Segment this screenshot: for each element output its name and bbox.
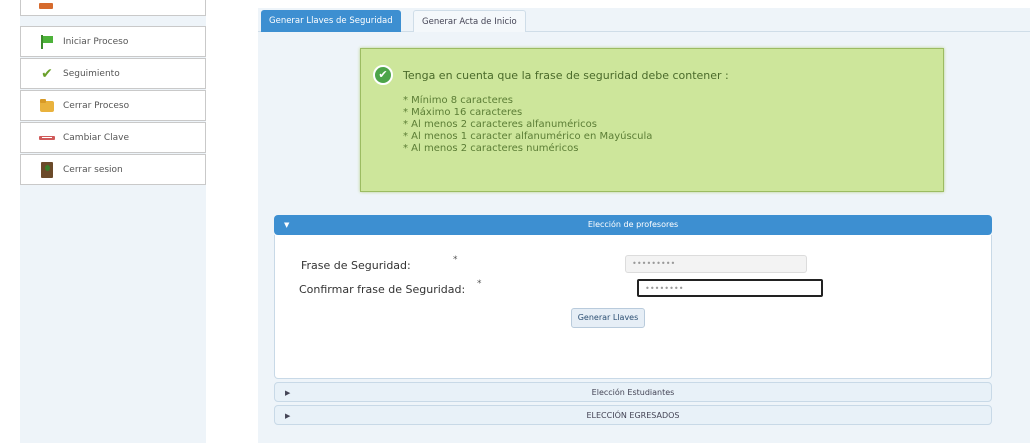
tab-generar-acta[interactable]: Generar Acta de Inicio [413,10,526,32]
sidebar: Iniciar Proceso ✔ Seguimiento Cerrar Pro… [20,0,206,443]
accordion-title: ELECCIÓN EGRESADOS [586,411,680,420]
notice-item: * Al menos 2 caracteres alfanuméricos [403,119,597,130]
security-notice: ✔ Tenga en cuenta que la frase de seguri… [360,48,944,192]
notice-item: * Al menos 2 caracteres numéricos [403,143,579,154]
menu-item-icon [39,3,53,9]
sidebar-menu: Iniciar Proceso ✔ Seguimiento Cerrar Pro… [20,26,206,186]
accordion-title: Elección de profesores [587,220,679,229]
accordion-header-estudiantes[interactable]: ▶ Elección Estudiantes [274,382,992,402]
sidebar-item-cambiar-clave[interactable]: Cambiar Clave [20,122,206,153]
confirm-phrase-input[interactable]: •••••••• [637,279,823,297]
flag-icon [39,34,55,50]
sidebar-item-iniciar-proceso[interactable]: Iniciar Proceso [20,26,206,57]
tab-generar-llaves[interactable]: Generar Llaves de Seguridad [261,10,401,32]
security-phrase-input[interactable]: ••••••••• [625,255,807,273]
notice-item: * Al menos 1 caracter alfanumérico en Ma… [403,131,653,142]
notice-item: * Máximo 16 caracteres [403,107,523,118]
main-panel: Generar Llaves de Seguridad Generar Acta… [258,8,1030,443]
chevron-right-icon: ▶ [285,412,291,420]
sidebar-item-seguimiento[interactable]: ✔ Seguimiento [20,58,206,89]
accordion-title: Elección Estudiantes [591,388,675,397]
accordion-body-profesores: Frase de Seguridad: * ••••••••• Confirma… [274,235,992,379]
sidebar-top-item[interactable] [20,0,206,16]
confirm-phrase-label: Confirmar frase de Seguridad: [299,283,466,296]
chevron-right-icon: ▶ [285,389,291,397]
sidebar-item-cerrar-proceso[interactable]: Cerrar Proceso [20,90,206,121]
phrase-label: Frase de Seguridad: [301,259,411,272]
folder-icon [39,98,55,114]
sidebar-item-cerrar-sesion[interactable]: Cerrar sesion [20,154,206,185]
notice-list: * Mínimo 8 caracteres * Máximo 16 caract… [403,95,652,155]
sidebar-item-label: Cerrar Proceso [63,100,130,111]
sidebar-item-label: Seguimiento [63,68,120,79]
generate-keys-button[interactable]: Generar Llaves [571,308,645,328]
notice-item: * Mínimo 8 caracteres [403,95,513,106]
door-icon [39,161,55,178]
accordion-header-profesores[interactable]: ▼ Elección de profesores [274,215,992,235]
sidebar-item-label: Cerrar sesion [63,164,123,175]
accordion-header-egresados[interactable]: ▶ ELECCIÓN EGRESADOS [274,405,992,425]
required-mark: * [477,279,482,289]
chevron-down-icon: ▼ [284,221,290,229]
check-icon: ✔ [41,65,53,82]
sidebar-item-label: Iniciar Proceso [63,36,129,47]
required-mark: * [453,255,458,265]
key-icon [39,130,55,146]
sidebar-item-label: Cambiar Clave [63,132,130,143]
tab-bar: Generar Llaves de Seguridad Generar Acta… [258,8,1030,32]
check-circle-icon: ✔ [373,65,393,85]
notice-title: Tenga en cuenta que la frase de segurida… [403,69,729,82]
